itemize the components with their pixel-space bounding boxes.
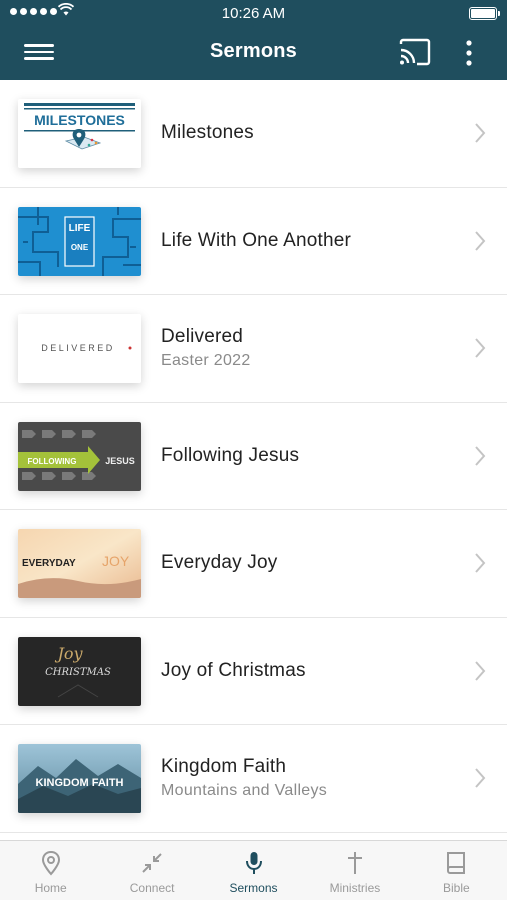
svg-text:KINGDOM FAITH: KINGDOM FAITH [36,777,124,789]
tab-bible[interactable]: Bible [406,841,507,900]
tab-ministries[interactable]: Ministries [304,841,405,900]
sermon-title: Kingdom Faith [161,756,287,778]
cast-icon[interactable] [399,38,431,66]
location-pin-icon [41,850,60,876]
app-header: 10:26 AM Sermons [0,0,507,80]
compress-arrows-icon [142,853,162,873]
chevron-right-icon [475,123,486,143]
svg-text:DELIVERED: DELIVERED [41,343,115,353]
svg-text:ONE: ONE [71,243,89,252]
microphone-icon [245,852,262,874]
tab-label: Ministries [329,881,381,895]
chevron-right-icon [475,660,486,681]
svg-text:JESUS: JESUS [105,456,135,466]
sermon-row[interactable]: Joy CHRISTMAS Joy of Christmas [0,618,507,725]
sermon-thumbnail: Joy CHRISTMAS [18,636,141,706]
svg-text:JOY: JOY [102,553,130,569]
svg-text:MILESTONES: MILESTONES [34,112,125,128]
tab-home[interactable]: Home [0,841,101,900]
sermon-subtitle: Mountains and Valleys [161,782,328,800]
svg-text:FOLLOWING: FOLLOWING [28,457,77,466]
sermon-row[interactable]: EVERYDAY JOY Everyday Joy [0,510,507,618]
sermon-row[interactable]: MILESTONES Milestones [0,80,507,188]
sermon-title: Life With One Another [161,229,352,251]
sermon-title: Joy of Christmas [161,659,306,681]
app-screen: 10:26 AM Sermons MILESTONES Milestones L… [0,0,507,900]
chevron-right-icon [475,445,486,466]
sermon-title: Everyday Joy [161,552,278,574]
more-vertical-icon[interactable] [460,38,478,68]
tab-label: Sermons [229,881,278,895]
sermon-thumbnail: FOLLOWING JESUS [18,421,141,491]
tab-connect[interactable]: Connect [101,841,202,900]
cross-icon [347,852,362,874]
svg-text:LIFE: LIFE [69,223,91,234]
sermon-title: Delivered [161,326,244,348]
svg-text:CHRISTMAS: CHRISTMAS [45,667,111,678]
sermon-thumbnail: KINGDOM FAITH [18,744,141,813]
chevron-right-icon [475,553,486,573]
sermon-title: Following Jesus [161,444,300,466]
book-icon [447,852,466,874]
sermon-row[interactable]: LIFE ONE Life With One Another [0,188,507,295]
sermon-row[interactable]: KINGDOM FAITH Kingdom Faith Mountains an… [0,725,507,833]
tab-label: Bible [442,881,470,895]
sermon-title: Milestones [161,122,254,144]
svg-text:EVERYDAY: EVERYDAY [22,558,76,569]
tab-sermons[interactable]: Sermons [203,841,304,900]
status-bar: 10:26 AM [0,0,507,26]
chevron-right-icon [475,230,486,251]
battery-icon [469,7,500,20]
chevron-right-icon [475,768,486,788]
sermon-list: MILESTONES Milestones LIFE ONE Life With… [0,80,507,840]
sermon-thumbnail: DELIVERED [18,314,141,383]
sermon-subtitle: Easter 2022 [161,352,251,370]
navigation-bar: Sermons [0,26,507,80]
sermon-row[interactable]: DELIVERED Delivered Easter 2022 [0,295,507,403]
chevron-right-icon [475,338,486,358]
sermon-thumbnail: EVERYDAY JOY [18,529,141,598]
svg-text:Joy: Joy [54,644,83,663]
tab-label: Connect [129,881,175,895]
sermon-row[interactable]: FOLLOWING JESUS Following Jesus [0,403,507,510]
tab-label: Home [34,881,67,895]
sermon-thumbnail: MILESTONES [18,99,141,168]
sermon-thumbnail: LIFE ONE [18,206,141,276]
bottom-tab-bar: Home Connect Sermons Ministries Bible [0,840,507,900]
status-time: 10:26 AM [221,5,286,22]
